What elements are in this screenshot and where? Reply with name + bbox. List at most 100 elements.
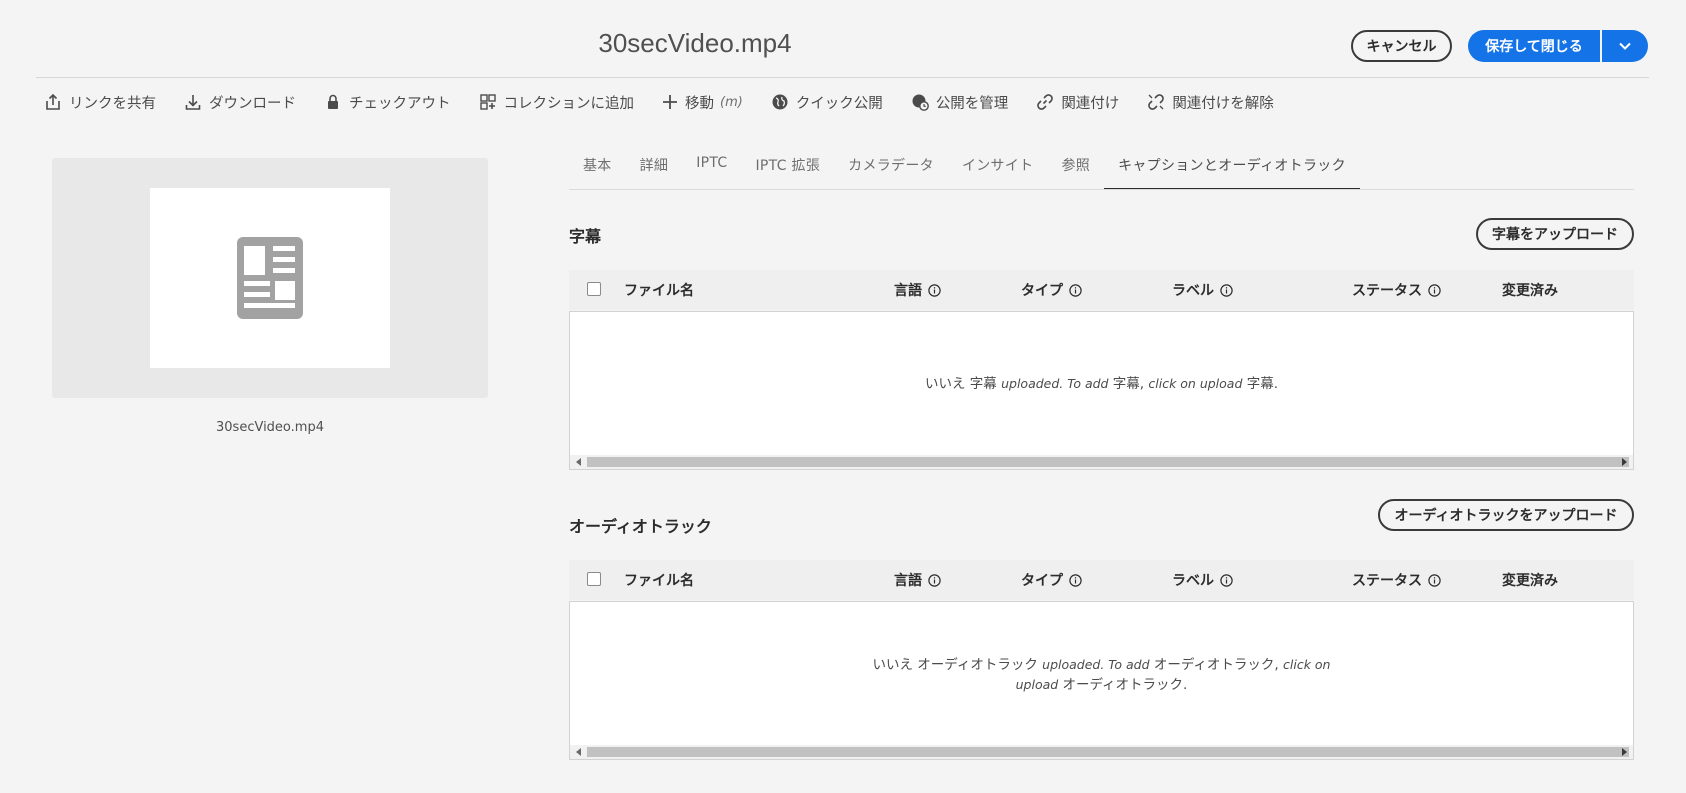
empty-prefix: いいえ オーディオトラック [872, 657, 1038, 673]
scroll-right-icon[interactable] [1622, 458, 1627, 466]
column-status[interactable]: ステータス [1352, 560, 1441, 600]
manage-publication-button[interactable]: 公開を管理 [911, 92, 1009, 113]
info-icon[interactable] [1428, 283, 1441, 297]
select-all-checkbox[interactable] [587, 572, 601, 586]
preview-file-name: 30secVideo.mp4 [216, 420, 324, 435]
unlink-icon [1148, 94, 1165, 110]
relate-button[interactable]: 関連付け [1036, 92, 1119, 113]
column-filename-label: ファイル名 [624, 283, 694, 299]
unrelate-label: 関連付けを解除 [1172, 95, 1274, 112]
column-type[interactable]: タイプ [1021, 560, 1082, 600]
empty-suffix: オーディオトラック. [1062, 677, 1188, 693]
select-all-checkbox[interactable] [587, 282, 601, 296]
relate-label: 関連付け [1061, 95, 1120, 112]
manage-publication-icon [912, 94, 929, 111]
chevron-down-icon [1619, 42, 1631, 50]
column-modified[interactable]: 変更済み [1502, 270, 1558, 310]
upload-audio-button[interactable]: オーディオトラックをアップロード [1378, 499, 1634, 531]
move-button[interactable]: 移動 (m) [662, 92, 743, 113]
info-icon[interactable] [928, 573, 941, 587]
subtitles-horizontal-scrollbar[interactable] [570, 455, 1633, 469]
tab-captions-audio-tracks[interactable]: キャプションとオーディオトラック [1104, 150, 1360, 190]
metadata-tabs: 基本 詳細 IPTC IPTC 拡張 カメラデータ インサイト 参照 キャプショ… [569, 150, 1360, 190]
lock-icon [328, 94, 338, 109]
action-toolbar: リンクを共有 ダウンロード チェックアウト コレクションに追加 移動 (m) ク… [44, 91, 1302, 113]
tab-advanced[interactable]: 詳細 [626, 150, 683, 190]
scrollbar-thumb[interactable] [587, 747, 1629, 757]
info-icon[interactable] [928, 283, 941, 297]
audio-section-title: オーディオトラック [569, 517, 712, 536]
column-type[interactable]: タイプ [1021, 270, 1082, 310]
tab-references[interactable]: 参照 [1047, 150, 1104, 190]
info-icon[interactable] [1220, 573, 1233, 587]
cancel-button[interactable]: キャンセル [1351, 30, 1452, 62]
tab-basic[interactable]: 基本 [569, 150, 626, 190]
move-label: 移動 [685, 95, 714, 112]
upload-subtitles-button[interactable]: 字幕をアップロード [1476, 218, 1634, 250]
tab-camera-data[interactable]: カメラデータ [834, 150, 948, 190]
save-and-close-button[interactable]: 保存して閉じる [1468, 30, 1600, 62]
info-icon[interactable] [1220, 283, 1233, 297]
info-icon[interactable] [1428, 573, 1441, 587]
download-button[interactable]: ダウンロード [184, 92, 296, 113]
column-status-label: ステータス [1352, 573, 1422, 589]
save-options-button[interactable] [1602, 30, 1648, 62]
download-label: ダウンロード [209, 95, 296, 112]
share-link-button[interactable]: リンクを共有 [44, 92, 156, 113]
subtitles-table-header: ファイル名 言語 タイプ ラベル ステータス 変更済み [569, 270, 1634, 310]
info-icon[interactable] [1069, 283, 1082, 297]
globe-icon [772, 94, 788, 110]
tab-insights[interactable]: インサイト [948, 150, 1048, 190]
empty-text-1: uploaded. To add [1042, 657, 1150, 672]
document-icon [237, 237, 303, 319]
column-type-label: タイプ [1021, 573, 1063, 589]
asset-preview [52, 158, 488, 398]
move-shortcut: (m) [720, 94, 743, 110]
empty-suffix: 字幕. [1246, 376, 1278, 392]
column-label-label: ラベル [1172, 573, 1214, 589]
column-language-label: 言語 [894, 573, 922, 589]
empty-prefix: いいえ 字幕 [925, 376, 997, 392]
manage-publication-label: 公開を管理 [935, 95, 1009, 112]
add-to-collection-button[interactable]: コレクションに追加 [479, 92, 635, 113]
move-icon [663, 95, 677, 109]
page-title: 30secVideo.mp4 [598, 28, 792, 58]
column-label-label: ラベル [1172, 283, 1214, 299]
column-language[interactable]: 言語 [894, 270, 941, 310]
empty-text-3: click on upload [1148, 376, 1243, 391]
share-icon [46, 93, 60, 110]
column-filename[interactable]: ファイル名 [624, 560, 694, 600]
checkout-button[interactable]: チェックアウト [324, 92, 451, 113]
column-filename[interactable]: ファイル名 [624, 270, 694, 310]
quick-publish-label: クイック公開 [795, 95, 883, 112]
header-divider [36, 77, 1649, 78]
column-label[interactable]: ラベル [1172, 270, 1233, 310]
audio-empty-message: いいえ オーディオトラック uploaded. To add オーディオトラック… [850, 655, 1353, 695]
scrollbar-thumb[interactable] [587, 457, 1629, 467]
quick-publish-button[interactable]: クイック公開 [771, 92, 883, 113]
scroll-right-icon[interactable] [1622, 748, 1627, 756]
tab-iptc[interactable]: IPTC [682, 150, 741, 190]
scroll-left-icon[interactable] [576, 458, 581, 466]
unrelate-button[interactable]: 関連付けを解除 [1147, 92, 1274, 113]
download-icon [185, 95, 201, 110]
audio-horizontal-scrollbar[interactable] [570, 745, 1633, 759]
column-modified-label: 変更済み [1502, 283, 1558, 299]
scroll-left-icon[interactable] [576, 748, 581, 756]
column-status-label: ステータス [1352, 283, 1422, 299]
column-language-label: 言語 [894, 283, 922, 299]
column-type-label: タイプ [1021, 283, 1063, 299]
column-status[interactable]: ステータス [1352, 270, 1441, 310]
audio-table-header: ファイル名 言語 タイプ ラベル ステータス 変更済み [569, 560, 1634, 600]
column-filename-label: ファイル名 [624, 573, 694, 589]
tabs-divider [569, 189, 1634, 190]
column-modified[interactable]: 変更済み [1502, 560, 1558, 600]
column-label[interactable]: ラベル [1172, 560, 1233, 600]
column-modified-label: 変更済み [1502, 573, 1558, 589]
add-to-collection-label: コレクションに追加 [503, 95, 635, 112]
tab-iptc-extension[interactable]: IPTC 拡張 [742, 150, 835, 190]
subtitles-empty-message: いいえ 字幕 uploaded. To add 字幕, click on upl… [570, 374, 1633, 394]
column-language[interactable]: 言語 [894, 560, 941, 600]
audio-table-body: いいえ オーディオトラック uploaded. To add オーディオトラック… [569, 601, 1634, 760]
info-icon[interactable] [1069, 573, 1082, 587]
